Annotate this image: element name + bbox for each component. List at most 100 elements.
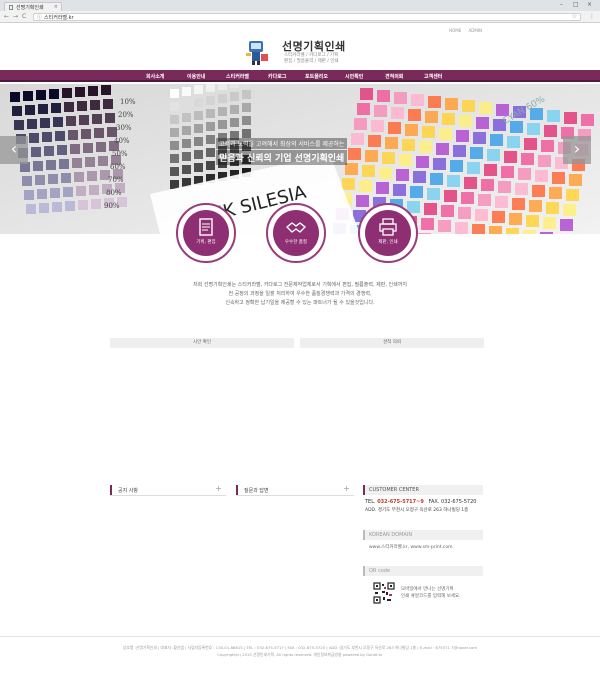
hero-swatch — [29, 133, 39, 143]
hero-swatch — [230, 105, 239, 114]
hero-swatch — [76, 186, 86, 196]
hero-swatch — [540, 232, 553, 234]
feature-quality[interactable]: 우수한 품질 — [266, 203, 326, 263]
hero-swatch — [64, 102, 74, 112]
hero-swatch — [357, 103, 370, 115]
hero-swatch — [445, 98, 458, 110]
url-input[interactable]: ⓘ 스티커라벨.kr ☆ — [33, 13, 581, 21]
qna-more-icon[interactable]: + — [343, 484, 350, 493]
forward-icon[interactable]: → — [13, 13, 18, 20]
minimize-icon[interactable]: – — [560, 1, 563, 8]
hero-swatch — [230, 84, 239, 88]
hero-swatch — [87, 171, 97, 181]
bookmark-star-icon[interactable]: ☆ — [572, 13, 577, 20]
logo[interactable] — [243, 38, 273, 66]
proof-section-header[interactable]: 시안 확인 — [110, 338, 294, 348]
estimate-section-header[interactable]: 견적 의뢰 — [300, 338, 484, 348]
hero-swatch — [362, 165, 375, 177]
hero-swatch — [351, 133, 364, 145]
hero-swatch — [489, 226, 502, 234]
hero-swatch — [36, 90, 46, 100]
hero-swatch — [377, 90, 390, 102]
main-navigation: 회사소개 이용안내 스티커라벨 카다로그 포트폴리오 시안확인 견적의뢰 고객센… — [0, 70, 600, 82]
close-window-icon[interactable]: × — [587, 1, 592, 8]
hero-swatch — [544, 125, 557, 137]
intro-line2: 전 공정의 과정을 일괄 처리하여 우수한 품질경쟁력과 가격의 경쟁력, — [228, 291, 372, 297]
notice-more-icon[interactable]: + — [215, 484, 222, 493]
hero-swatch — [484, 164, 497, 176]
hero-swatch — [504, 151, 517, 163]
hero-swatch — [399, 154, 412, 166]
nav-catalog[interactable]: 카다로그 — [268, 73, 286, 80]
hero-caption-small: 고객과 노력을 고려해서 최상의 서비스를 제공하는 — [216, 138, 348, 149]
site-subtitle-line2: 편집 / 필름출력 / 제판 / 인쇄 — [284, 59, 339, 64]
hero-swatch — [61, 173, 71, 183]
hero-swatch — [444, 190, 457, 202]
hero-swatch — [31, 147, 41, 157]
hero-swatch — [12, 106, 22, 116]
hero-swatch — [182, 152, 191, 161]
feature-printing-label: 제판, 인쇄 — [378, 240, 398, 245]
hero-swatch — [360, 88, 373, 100]
hero-swatch — [498, 181, 511, 193]
hero-swatch — [230, 118, 239, 127]
hero-swatch — [518, 168, 531, 180]
site-title[interactable]: 선명기획인쇄 — [282, 38, 346, 54]
hero-swatch — [411, 94, 424, 106]
maximize-icon[interactable]: □ — [573, 1, 579, 8]
hero-swatch — [476, 117, 489, 129]
hero-percent-label: 20% — [118, 111, 134, 119]
hero-swatch — [38, 104, 48, 114]
hero-swatch — [475, 209, 488, 221]
hero-swatch — [379, 167, 392, 179]
home-link[interactable]: HOME — [449, 28, 461, 33]
nav-company[interactable]: 회사소개 — [146, 73, 164, 80]
hero-swatch — [170, 167, 179, 176]
admin-link[interactable]: ADMIN — [469, 28, 482, 33]
browser-menu-icon[interactable]: ⋮ — [589, 13, 595, 20]
top-links: HOME ADMIN — [443, 28, 482, 33]
url-text[interactable]: 스티커라벨.kr — [44, 14, 74, 21]
qna-title[interactable]: 질문과 답변 — [244, 487, 269, 494]
hero-swatch — [394, 92, 407, 104]
notice-title[interactable]: 공지 사항 — [118, 487, 138, 494]
hero-next-button[interactable]: › — [563, 136, 591, 164]
back-icon[interactable]: ← — [4, 13, 9, 20]
tab-title: 선명기획인쇄 — [16, 5, 44, 11]
hero-percent-label: 10% — [120, 98, 136, 106]
hero-swatch — [66, 116, 76, 126]
feature-printing[interactable]: 제판, 인쇄 — [358, 203, 418, 263]
hero-swatch — [461, 192, 474, 204]
qna-marker — [236, 485, 238, 495]
hero-swatch — [194, 150, 203, 159]
hero-swatch — [50, 188, 60, 198]
hero-swatch — [26, 204, 36, 214]
footer: 상호명 :선명기획인쇄 | 대표자 :황선범 | 사업자등록번호 : 130-0… — [0, 636, 600, 695]
address-bar: ← → C ⓘ 스티커라벨.kr ☆ ⋮ — [0, 11, 600, 23]
tel-label: TEL — [365, 499, 374, 505]
nav-guide[interactable]: 이용안내 — [187, 73, 205, 80]
nav-estimate[interactable]: 견적의뢰 — [385, 73, 403, 80]
feature-planning[interactable]: 기획, 편집 — [176, 203, 236, 263]
nav-sticker-label[interactable]: 스티커라벨 — [226, 73, 249, 80]
footer-company-info: 상호명 :선명기획인쇄 | 대표자 :황선범 | 사업자등록번호 : 130-0… — [122, 645, 478, 650]
korean-domain-links[interactable]: www.스티커라벨.kr, www.sm-print.com — [363, 544, 483, 550]
hero-swatch — [492, 211, 505, 223]
hero-swatch — [453, 145, 466, 157]
browser-tab[interactable]: 선명기획인쇄 × — [4, 2, 62, 11]
tab-close-icon[interactable]: × — [54, 4, 58, 10]
reload-icon[interactable]: C — [22, 13, 26, 20]
nav-support[interactable]: 고객센터 — [424, 73, 442, 80]
hero-swatch — [83, 143, 93, 153]
hero-swatch — [393, 184, 406, 196]
nav-proof[interactable]: 시안확인 — [345, 73, 363, 80]
nav-portfolio[interactable]: 포트폴리오 — [305, 73, 328, 80]
hero-swatch — [92, 114, 102, 124]
hero-swatch — [385, 137, 398, 149]
customer-center: CUSTOMER CENTER TEL. 032-675-5717~9 FAX.… — [363, 485, 483, 513]
qr-description-line1: 모바일에서 만나는 선명기획 — [401, 587, 454, 592]
hero-swatch — [430, 173, 443, 185]
info-icon[interactable]: ⓘ — [37, 14, 42, 21]
hero-prev-button[interactable]: ‹ — [0, 136, 28, 164]
hero-swatch — [170, 89, 179, 98]
